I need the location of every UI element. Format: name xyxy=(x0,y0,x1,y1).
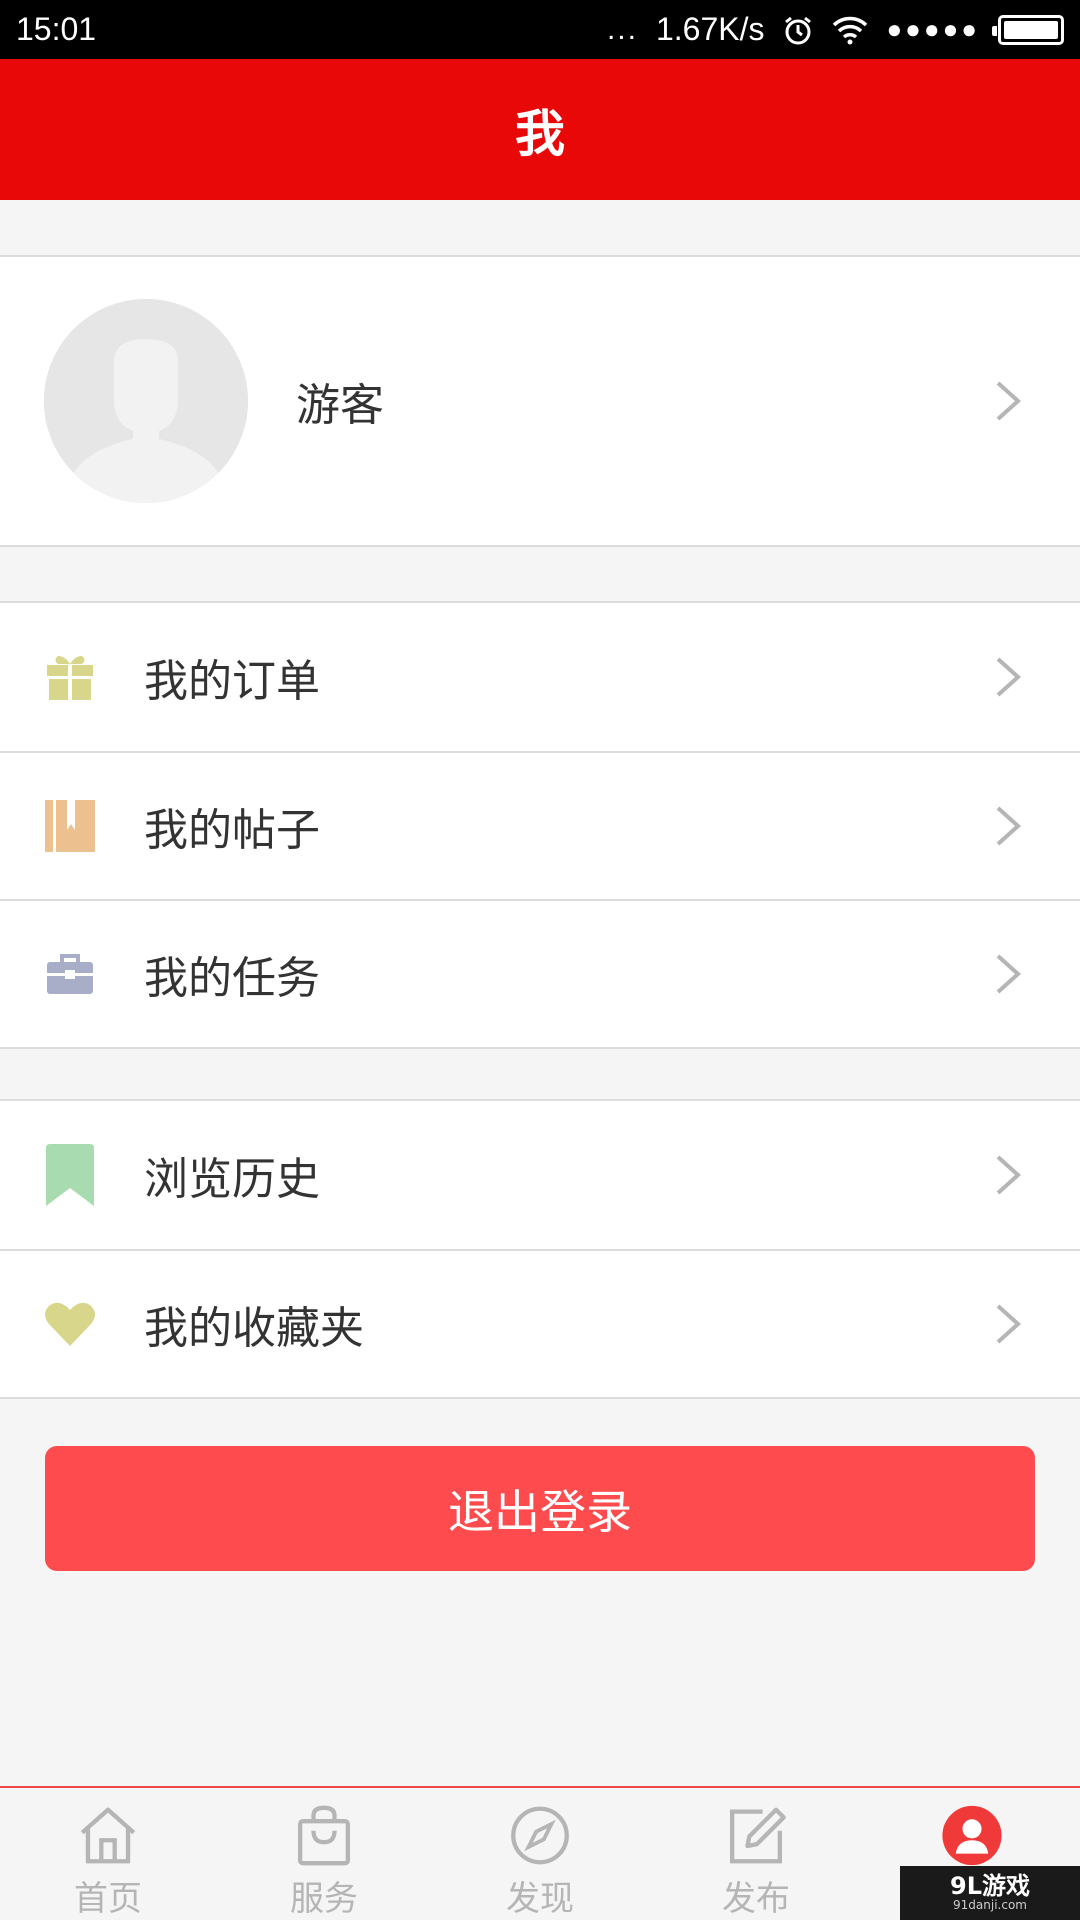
tab-publish[interactable]: 发布 xyxy=(648,1788,864,1920)
menu-group-account: 我的订单 我的帖子 我的任务 xyxy=(0,601,1080,1049)
chevron-right-icon xyxy=(996,1155,1021,1195)
chevron-right-icon xyxy=(996,806,1021,846)
menu-item-posts[interactable]: 我的帖子 xyxy=(0,751,1080,899)
avatar-placeholder-icon xyxy=(44,299,248,503)
compass-icon xyxy=(511,1806,569,1865)
chevron-right-icon xyxy=(996,381,1021,421)
wifi-icon xyxy=(833,16,868,44)
menu-label: 我的任务 xyxy=(144,953,320,1004)
menu-label: 浏览历史 xyxy=(144,1154,320,1205)
watermark-sub: 91danji.com xyxy=(953,1897,1027,1912)
alarm-icon xyxy=(785,16,812,44)
chevron-right-icon xyxy=(996,657,1021,697)
bookmark-book-icon xyxy=(44,800,96,852)
shopping-bag-icon xyxy=(297,1805,351,1866)
signal-dots: ●●●●● xyxy=(886,14,980,44)
tab-label: 发现 xyxy=(506,1879,574,1919)
briefcase-icon xyxy=(44,948,96,1000)
tab-label: 首页 xyxy=(74,1879,142,1919)
menu-label: 我的订单 xyxy=(144,656,320,707)
home-icon xyxy=(80,1807,136,1864)
tab-discover[interactable]: 发现 xyxy=(432,1788,648,1920)
profile-name: 游客 xyxy=(296,380,384,431)
tab-label: 发布 xyxy=(722,1879,790,1919)
page-title: 我 xyxy=(515,104,565,163)
status-bar: 15:01 ... 1.67K/s ●●●●● xyxy=(0,0,1080,59)
heart-icon xyxy=(44,1298,96,1350)
network-speed: 1.67K/s xyxy=(655,11,765,47)
menu-item-history[interactable]: 浏览历史 xyxy=(0,1101,1080,1249)
menu-group-content: 浏览历史 我的收藏夹 xyxy=(0,1099,1080,1399)
chevron-right-icon xyxy=(996,954,1021,994)
profile-row[interactable]: 游客 xyxy=(0,255,1080,547)
tab-label: 服务 xyxy=(290,1879,358,1919)
user-icon xyxy=(942,1805,1002,1866)
chevron-right-icon xyxy=(996,1304,1021,1344)
gift-icon xyxy=(44,651,96,703)
edit-icon xyxy=(729,1807,786,1864)
status-time: 15:01 xyxy=(16,11,97,47)
status-right: ... 1.67K/s ●●●●● xyxy=(607,11,1064,48)
battery-icon xyxy=(992,14,1064,45)
menu-label: 我的帖子 xyxy=(144,805,320,856)
logout-button[interactable]: 退出登录 xyxy=(45,1446,1035,1571)
menu-label: 我的收藏夹 xyxy=(144,1303,364,1354)
header-bar: 我 xyxy=(0,59,1080,200)
tab-service[interactable]: 服务 xyxy=(216,1788,432,1920)
watermark: 9L游戏 91danji.com xyxy=(900,1866,1080,1920)
menu-item-favorites[interactable]: 我的收藏夹 xyxy=(0,1249,1080,1397)
menu-item-tasks[interactable]: 我的任务 xyxy=(0,899,1080,1047)
menu-item-orders[interactable]: 我的订单 xyxy=(0,603,1080,751)
watermark-main: 9L游戏 xyxy=(950,1871,1030,1900)
bookmark-icon xyxy=(44,1144,96,1206)
tab-home[interactable]: 首页 xyxy=(0,1788,216,1920)
status-dots: ... xyxy=(606,12,638,46)
